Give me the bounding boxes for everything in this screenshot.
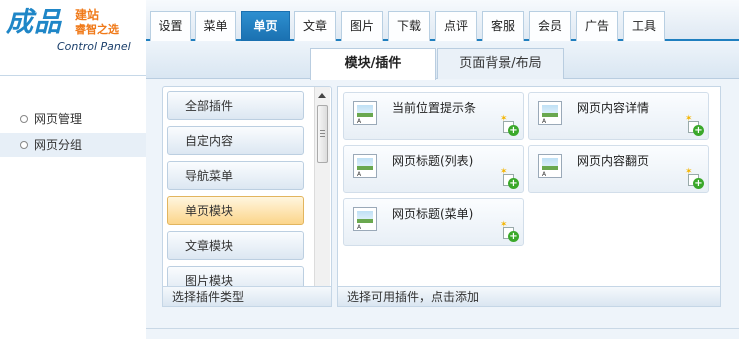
sidebar-item-label: 网页管理 [34, 112, 83, 126]
tab-member[interactable]: 会员 [529, 11, 571, 41]
category-single-page[interactable]: 单页模块 [167, 196, 304, 225]
category-scrollbar[interactable] [314, 87, 330, 306]
bullet-icon [20, 115, 28, 123]
plugin-footer: 选择可用插件，点击添加 [337, 286, 721, 307]
tab-service[interactable]: 客服 [482, 11, 524, 41]
panel-divider [146, 328, 739, 329]
top-tab-bar: 设置 菜单 单页 文章 图片 下载 点评 客服 会员 广告 工具 [146, 0, 739, 41]
plugin-name: 网页标题(列表) [392, 154, 474, 168]
category-footer: 选择插件类型 [162, 286, 332, 307]
tab-article[interactable]: 文章 [294, 11, 336, 41]
logo-main-text: 成品 [6, 7, 62, 38]
category-list: 全部插件 自定内容 导航菜单 单页模块 文章模块 图片模块 [162, 86, 332, 307]
plugin-card[interactable]: A 网页内容翻页 ✶ + [528, 145, 709, 193]
add-plugin-icon[interactable]: ✶ + [500, 168, 519, 189]
image-icon: A [353, 101, 377, 125]
tab-ads[interactable]: 广告 [576, 11, 618, 41]
main-panel: 模块/插件 页面背景/布局 全部插件 自定内容 导航菜单 单页模块 文章模块 图… [146, 41, 739, 339]
subtab-modules[interactable]: 模块/插件 [310, 48, 436, 80]
grip-line [320, 136, 325, 137]
add-plugin-icon[interactable]: ✶ + [500, 221, 519, 242]
tab-settings[interactable]: 设置 [150, 11, 191, 41]
image-icon: A [538, 154, 562, 178]
add-plugin-icon[interactable]: ✶ + [685, 115, 704, 136]
grip-line [320, 133, 325, 134]
plugin-area: A 当前位置提示条 ✶ + A 网页内容详情 ✶ + A 网页标题(列表) ✶ + A… [337, 86, 721, 307]
category-nav-menu[interactable]: 导航菜单 [167, 161, 304, 190]
sidebar: 网页管理 网页分组 [0, 76, 146, 339]
sidebar-item-label: 网页分组 [34, 138, 83, 152]
plugin-card[interactable]: A 网页内容详情 ✶ + [528, 92, 709, 140]
sub-tab-bar: 模块/插件 页面背景/布局 [146, 41, 739, 80]
bullet-icon [20, 141, 28, 149]
scroll-thumb[interactable] [317, 105, 328, 163]
image-icon: A [538, 101, 562, 125]
add-plugin-icon[interactable]: ✶ + [500, 115, 519, 136]
add-plugin-icon[interactable]: ✶ + [685, 168, 704, 189]
subtab-background-layout[interactable]: 页面背景/布局 [437, 48, 564, 79]
tab-menu[interactable]: 菜单 [195, 11, 236, 41]
image-icon: A [353, 154, 377, 178]
sidebar-item-page-manage[interactable]: 网页管理 [0, 107, 146, 131]
category-all[interactable]: 全部插件 [167, 91, 304, 120]
plugin-card[interactable]: A 网页标题(菜单) ✶ + [343, 198, 524, 246]
logo-subtitle: Control Panel [57, 40, 131, 53]
logo: 成品 建站 睿智之选 Control Panel [0, 0, 146, 76]
image-icon: A [353, 207, 377, 231]
tab-download[interactable]: 下载 [388, 11, 430, 41]
plugin-name: 网页内容详情 [577, 101, 650, 115]
tab-tools[interactable]: 工具 [623, 11, 665, 41]
tab-review[interactable]: 点评 [435, 11, 477, 41]
category-article[interactable]: 文章模块 [167, 231, 304, 260]
tab-image[interactable]: 图片 [341, 11, 383, 41]
grip-line [320, 130, 325, 131]
plugin-name: 网页内容翻页 [577, 154, 650, 168]
logo-tagline-1: 建站 [75, 8, 100, 22]
scroll-up-icon[interactable] [318, 93, 326, 98]
sidebar-item-page-group[interactable]: 网页分组 [0, 133, 146, 157]
plugin-card[interactable]: A 当前位置提示条 ✶ + [343, 92, 524, 140]
plugin-name: 网页标题(菜单) [392, 207, 474, 221]
control-panel: 成品 建站 睿智之选 Control Panel 网页管理 网页分组 设置 菜单… [0, 0, 739, 339]
category-custom[interactable]: 自定内容 [167, 126, 304, 155]
plugin-card[interactable]: A 网页标题(列表) ✶ + [343, 145, 524, 193]
plugin-name: 当前位置提示条 [392, 101, 477, 115]
tab-single-page[interactable]: 单页 [241, 11, 290, 41]
logo-tagline-2: 睿智之选 [75, 23, 119, 36]
